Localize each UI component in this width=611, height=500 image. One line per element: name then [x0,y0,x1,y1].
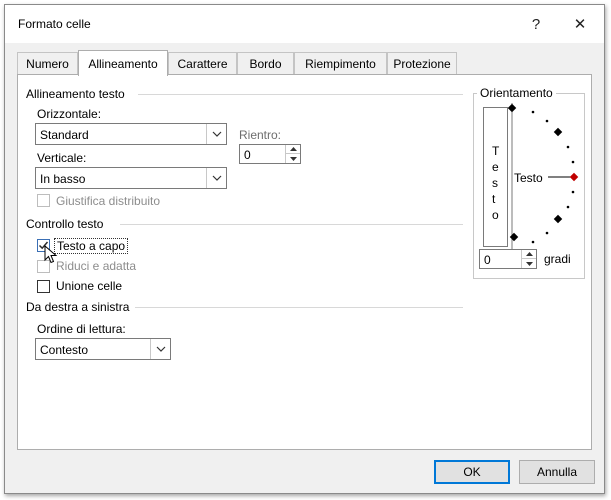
merge-cells-checkbox[interactable] [37,280,50,293]
degrees-value: 0 [484,253,491,267]
tab-carattere[interactable]: Carattere [168,52,237,74]
wrap-text-label: Testo a capo [54,238,129,254]
vertical-value: In basso [40,172,86,186]
vertical-text-letter: s [492,176,498,190]
vertical-text-letter: e [492,160,499,174]
degrees-spinner[interactable]: 0 [479,249,537,269]
merge-cells-label: Unione celle [56,279,123,293]
indent-label: Rientro: [239,128,282,142]
horizontal-dropdown[interactable]: Standard [35,123,227,145]
vertical-dropdown[interactable]: In basso [35,167,227,189]
tab-allineamento[interactable]: Allineamento [78,50,168,76]
ok-button[interactable]: OK [434,460,510,484]
dialog-title: Formato celle [18,17,91,31]
tab-bordo[interactable]: Bordo [237,52,294,74]
orientation-dial[interactable]: Testo [508,103,588,251]
section-title-orientation: Orientamento [477,86,556,100]
mouse-cursor-icon [44,245,58,264]
indent-value: 0 [244,148,251,162]
shrink-to-fit-label: Riduci e adatta [56,259,137,273]
chevron-down-icon [150,339,170,359]
close-button[interactable]: ✕ [560,11,600,37]
separator [135,307,463,308]
spinner-buttons[interactable] [521,250,536,268]
vertical-text-letter: o [492,208,499,222]
tab-numero[interactable]: Numero [17,52,78,74]
horizontal-label: Orizzontale: [37,107,102,121]
reading-order-label: Ordine di lettura: [37,322,126,336]
spinner-buttons[interactable] [285,145,300,163]
cancel-button[interactable]: Annulla [519,460,595,484]
format-cells-dialog: Formato celle ? ✕ Numero Allineamento Ca… [4,4,605,494]
horizontal-value: Standard [40,128,89,142]
section-title-text-control: Controllo testo [26,217,104,231]
spin-down-icon[interactable] [522,259,536,268]
spin-up-icon[interactable] [522,250,536,259]
chevron-down-icon [206,124,226,144]
tab-protezione[interactable]: Protezione [387,52,457,74]
vertical-text-letter: t [492,192,496,206]
section-title-text-alignment: Allineamento testo [26,87,125,101]
vertical-text-letter: T [492,144,500,158]
spin-up-icon[interactable] [286,145,300,154]
justify-distributed-checkbox[interactable] [37,194,50,207]
title-bar: Formato celle ? ✕ [5,5,604,43]
spin-down-icon[interactable] [286,154,300,163]
degrees-label: gradi [544,252,571,266]
separator [120,224,463,225]
vertical-text-button[interactable]: T e s t o [483,107,508,247]
separator [138,94,463,95]
dial-text: Testo [514,171,543,185]
tab-riempimento[interactable]: Riempimento [294,52,387,74]
vertical-label: Verticale: [37,151,87,165]
help-button[interactable]: ? [516,11,556,37]
reading-order-value: Contesto [40,343,89,357]
justify-distributed-label: Giustifica distribuito [56,194,161,208]
indent-spinner[interactable]: 0 [239,144,301,164]
section-title-right-to-left: Da destra a sinistra [26,300,130,314]
chevron-down-icon [206,168,226,188]
reading-order-dropdown[interactable]: Contesto [35,338,171,360]
